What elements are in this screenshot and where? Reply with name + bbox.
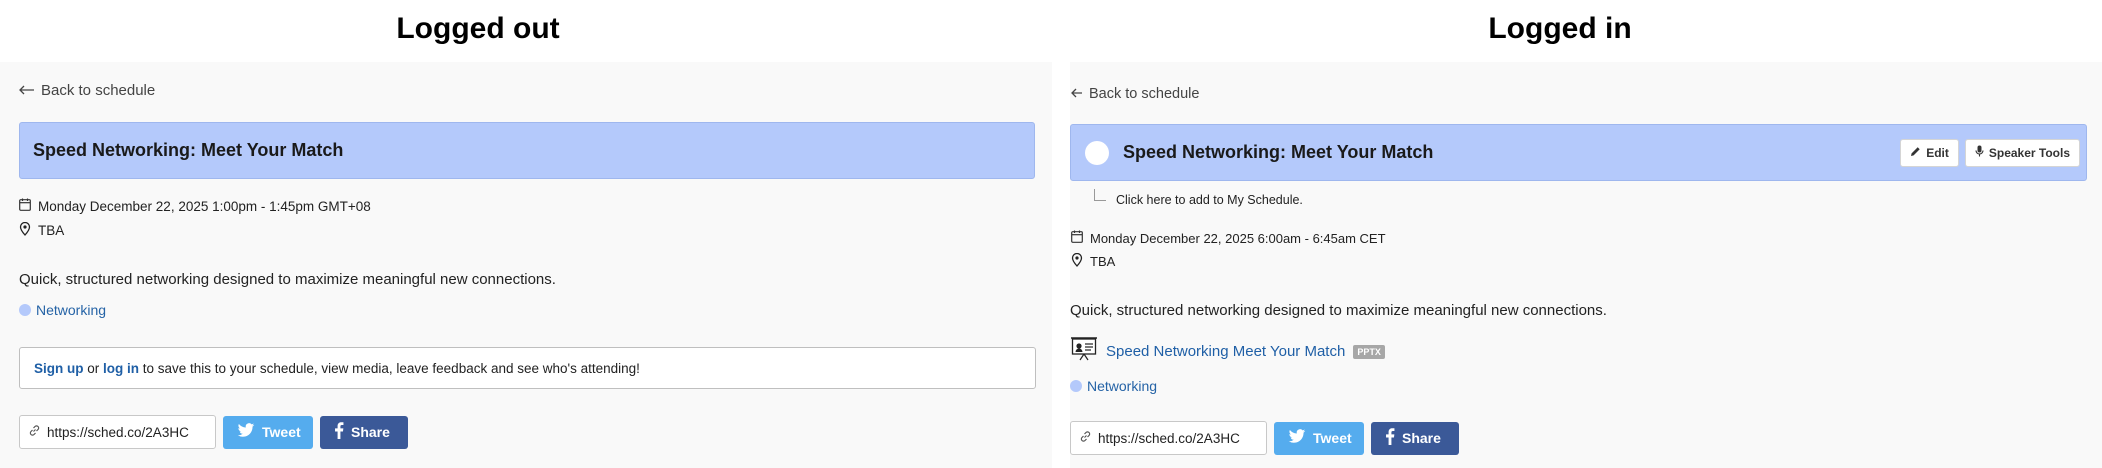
login-link[interactable]: log in — [103, 361, 139, 376]
tweet-button[interactable]: Tweet — [1274, 421, 1364, 455]
share-url-field[interactable]: https://sched.co/2A3HC — [19, 415, 216, 449]
facebook-share-label: Share — [1402, 430, 1441, 446]
link-icon — [1079, 430, 1092, 446]
tag-label: Networking — [1087, 378, 1158, 394]
session-file: Speed Networking Meet Your Match PPTX — [1070, 336, 1385, 367]
tag-label: Networking — [36, 302, 107, 318]
edit-button[interactable]: Edit — [1900, 138, 1959, 167]
heading-logged-out: Logged out — [396, 12, 560, 45]
location-pin-icon — [19, 221, 31, 239]
add-to-schedule-hint[interactable]: Click here to add to My Schedule. — [1116, 193, 1303, 207]
notice-or: or — [83, 360, 104, 376]
session-location: TBA — [19, 221, 65, 239]
speaker-tools-button[interactable]: Speaker Tools — [1964, 138, 2080, 167]
add-to-schedule-toggle[interactable] — [1085, 140, 1109, 165]
edit-label: Edit — [1926, 145, 1949, 160]
tweet-button[interactable]: Tweet — [223, 415, 313, 449]
twitter-icon — [237, 423, 255, 441]
file-type-badge: PPTX — [1353, 344, 1385, 359]
calendar-icon — [1071, 230, 1083, 246]
speaker-tools-label: Speaker Tools — [1988, 145, 2070, 160]
share-url-text: https://sched.co/2A3HC — [1098, 430, 1240, 446]
tweet-label: Tweet — [262, 424, 301, 440]
tag-color-dot — [19, 304, 31, 316]
session-datetime: Monday December 22, 2025 1:00pm - 1:45pm… — [19, 198, 371, 214]
signup-link[interactable]: Sign up — [34, 361, 84, 376]
session-datetime: Monday December 22, 2025 6:00am - 6:45am… — [1071, 230, 1386, 246]
session-title: Speed Networking: Meet Your Match — [1123, 142, 1434, 162]
facebook-share-button[interactable]: Share — [320, 415, 408, 449]
arrow-left-icon — [19, 82, 35, 99]
arrow-left-icon — [1071, 86, 1083, 102]
facebook-icon — [334, 422, 344, 442]
file-link[interactable]: Speed Networking Meet Your Match — [1106, 343, 1345, 360]
location-text: TBA — [1090, 254, 1116, 269]
share-row: https://sched.co/2A3HC Tweet Share — [19, 415, 408, 449]
share-row: https://sched.co/2A3HC Tweet Share — [1070, 421, 1459, 455]
login-notice: Sign up or log in to save this to your s… — [19, 347, 1036, 389]
session-title-bar: Speed Networking: Meet Your Match Edit S… — [1070, 124, 2087, 181]
tag-networking[interactable]: Networking — [19, 302, 106, 318]
heading-logged-in: Logged in — [1488, 12, 1632, 45]
share-url-text: https://sched.co/2A3HC — [47, 424, 189, 440]
back-to-schedule-link[interactable]: Back to schedule — [1071, 86, 1199, 102]
presentation-icon — [1070, 336, 1098, 367]
share-url-field[interactable]: https://sched.co/2A3HC — [1070, 421, 1267, 455]
panel-logged-out: Back to schedule Speed Networking: Meet … — [0, 62, 1052, 468]
datetime-text: Monday December 22, 2025 6:00am - 6:45am… — [1090, 230, 1386, 246]
notice-text: to save this to your schedule, view medi… — [139, 360, 640, 376]
facebook-icon — [1385, 428, 1395, 448]
session-location: TBA — [1071, 252, 1116, 270]
session-description: Quick, structured networking designed to… — [1070, 302, 1607, 319]
back-to-schedule-link[interactable]: Back to schedule — [19, 82, 155, 99]
microphone-icon — [1975, 145, 1984, 160]
location-pin-icon — [1071, 252, 1083, 270]
pencil-icon — [1910, 146, 1921, 160]
session-description: Quick, structured networking designed to… — [19, 271, 556, 288]
calendar-icon — [19, 198, 31, 214]
twitter-icon — [1288, 429, 1306, 447]
facebook-share-button[interactable]: Share — [1371, 421, 1459, 455]
back-link-label: Back to schedule — [1089, 86, 1200, 102]
tweet-label: Tweet — [1313, 430, 1352, 446]
facebook-share-label: Share — [351, 424, 390, 440]
session-title: Speed Networking: Meet Your Match — [33, 140, 344, 160]
location-text: TBA — [38, 223, 65, 238]
panel-logged-in: Back to schedule Speed Networking: Meet … — [1070, 62, 2102, 468]
hint-connector — [1094, 189, 1106, 201]
back-link-label: Back to schedule — [41, 82, 156, 99]
session-title-bar: Speed Networking: Meet Your Match — [19, 122, 1035, 179]
tag-color-dot — [1070, 380, 1082, 392]
datetime-text: Monday December 22, 2025 1:00pm - 1:45pm… — [38, 198, 371, 214]
tag-networking[interactable]: Networking — [1070, 378, 1157, 394]
link-icon — [28, 424, 41, 440]
